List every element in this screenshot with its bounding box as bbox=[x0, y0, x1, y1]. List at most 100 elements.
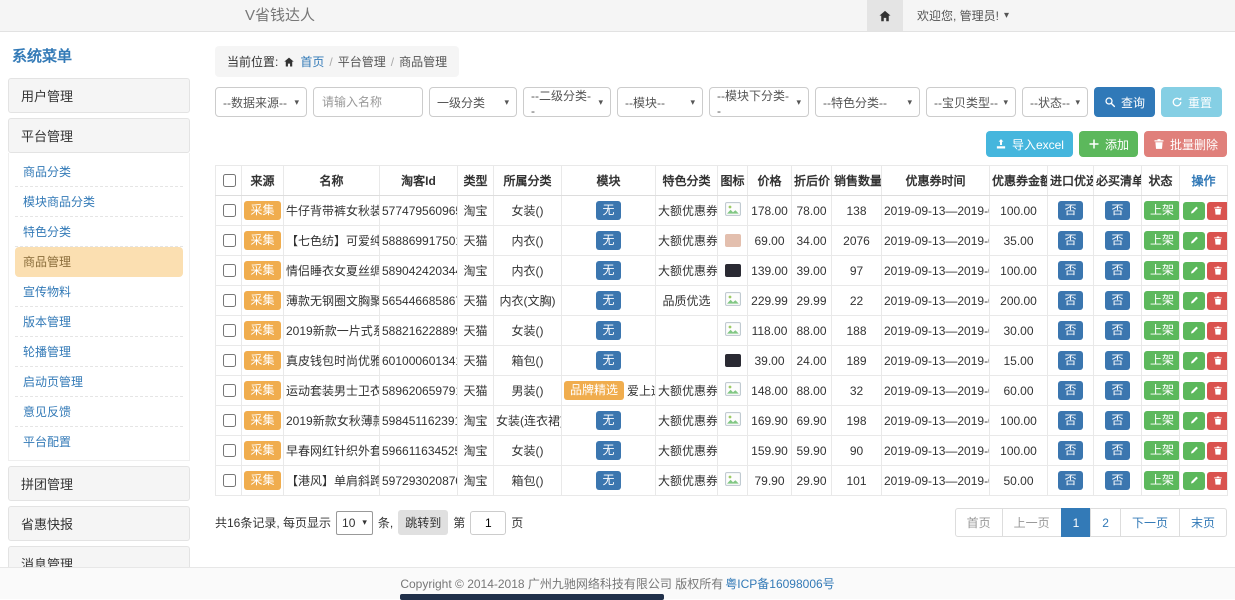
home-button[interactable] bbox=[867, 0, 903, 31]
row-checkbox[interactable] bbox=[223, 294, 236, 307]
module-badge[interactable]: 无 bbox=[596, 471, 620, 489]
must-buy-toggle-badge[interactable]: 否 bbox=[1105, 321, 1129, 339]
sidebar-subitem-platform-config[interactable]: 平台配置 bbox=[15, 427, 183, 456]
edit-button[interactable] bbox=[1183, 322, 1205, 340]
sidebar-item-user[interactable]: 用户管理 bbox=[8, 78, 190, 113]
edit-button[interactable] bbox=[1183, 292, 1205, 310]
module-badge[interactable]: 无 bbox=[596, 351, 620, 369]
imported-toggle-badge[interactable]: 否 bbox=[1058, 201, 1082, 219]
module-badge[interactable]: 无 bbox=[596, 321, 620, 339]
per-page-select[interactable]: 10 ▾ bbox=[336, 511, 373, 535]
filter-select-status[interactable]: --状态--▾ bbox=[1022, 87, 1088, 117]
page-button[interactable]: 2 bbox=[1090, 508, 1121, 537]
row-checkbox[interactable] bbox=[223, 234, 236, 247]
horizontal-scrollbar-thumb[interactable] bbox=[400, 594, 664, 600]
search-button[interactable]: 查询 bbox=[1094, 87, 1155, 117]
must-buy-toggle-badge[interactable]: 否 bbox=[1105, 441, 1129, 459]
status-badge[interactable]: 上架 bbox=[1144, 291, 1180, 309]
sidebar-subitem-goods-category[interactable]: 商品分类 bbox=[15, 157, 183, 187]
sidebar-subitem-feedback[interactable]: 意见反馈 bbox=[15, 397, 183, 427]
reset-button[interactable]: 重置 bbox=[1161, 87, 1222, 117]
filter-select-module[interactable]: --模块--▾ bbox=[617, 87, 703, 117]
row-checkbox[interactable] bbox=[223, 384, 236, 397]
filter-select-item-type[interactable]: --宝贝类型--▾ bbox=[926, 87, 1016, 117]
sidebar-subitem-version-manage[interactable]: 版本管理 bbox=[15, 307, 183, 337]
imported-toggle-badge[interactable]: 否 bbox=[1058, 231, 1082, 249]
row-checkbox[interactable] bbox=[223, 264, 236, 277]
module-badge[interactable]: 无 bbox=[596, 411, 620, 429]
sidebar-item-message[interactable]: 消息管理 bbox=[8, 546, 190, 567]
page-button[interactable]: 首页 bbox=[955, 508, 1003, 537]
delete-button[interactable] bbox=[1207, 352, 1228, 370]
imported-toggle-badge[interactable]: 否 bbox=[1058, 321, 1082, 339]
edit-button[interactable] bbox=[1183, 472, 1205, 490]
sidebar-item-platform[interactable]: 平台管理 bbox=[8, 118, 190, 153]
must-buy-toggle-badge[interactable]: 否 bbox=[1105, 471, 1129, 489]
sidebar-subitem-splash-manage[interactable]: 启动页管理 bbox=[15, 367, 183, 397]
status-badge[interactable]: 上架 bbox=[1144, 261, 1180, 279]
filter-select-module-sub-category[interactable]: --模块下分类--▾ bbox=[709, 87, 809, 117]
jump-button[interactable]: 跳转到 bbox=[398, 510, 448, 535]
imported-toggle-badge[interactable]: 否 bbox=[1058, 411, 1082, 429]
sidebar-subitem-promo-material[interactable]: 宣传物料 bbox=[15, 277, 183, 307]
row-checkbox[interactable] bbox=[223, 204, 236, 217]
status-badge[interactable]: 上架 bbox=[1144, 381, 1180, 399]
row-checkbox[interactable] bbox=[223, 444, 236, 457]
breadcrumb-home-link[interactable]: 首页 bbox=[300, 53, 324, 70]
module-badge[interactable]: 品牌精选 bbox=[564, 381, 624, 399]
filter-select-level1-category[interactable]: 一级分类▾ bbox=[429, 87, 517, 117]
edit-button[interactable] bbox=[1183, 442, 1205, 460]
sidebar-subitem-goods-manage[interactable]: 商品管理 bbox=[15, 247, 183, 277]
filter-select-feature-category[interactable]: --特色分类--▾ bbox=[815, 87, 920, 117]
module-badge[interactable]: 无 bbox=[596, 441, 620, 459]
delete-button[interactable] bbox=[1207, 442, 1228, 460]
user-menu[interactable]: 欢迎您, 管理员! ▾ bbox=[903, 7, 1023, 24]
select-all-checkbox[interactable] bbox=[223, 174, 236, 187]
icp-link[interactable]: 粤ICP备16098006号 bbox=[725, 575, 834, 592]
status-badge[interactable]: 上架 bbox=[1144, 321, 1180, 339]
row-checkbox[interactable] bbox=[223, 354, 236, 367]
imported-toggle-badge[interactable]: 否 bbox=[1058, 441, 1082, 459]
delete-button[interactable] bbox=[1207, 322, 1228, 340]
imported-toggle-badge[interactable]: 否 bbox=[1058, 261, 1082, 279]
row-checkbox[interactable] bbox=[223, 324, 236, 337]
imported-toggle-badge[interactable]: 否 bbox=[1058, 291, 1082, 309]
delete-button[interactable] bbox=[1207, 292, 1228, 310]
status-badge[interactable]: 上架 bbox=[1144, 441, 1180, 459]
sidebar-item-express-news[interactable]: 省惠快报 bbox=[8, 506, 190, 541]
sidebar-subitem-module-goods-category[interactable]: 模块商品分类 bbox=[15, 187, 183, 217]
sidebar-subitem-feature-category[interactable]: 特色分类 bbox=[15, 217, 183, 247]
imported-toggle-badge[interactable]: 否 bbox=[1058, 351, 1082, 369]
status-badge[interactable]: 上架 bbox=[1144, 231, 1180, 249]
module-badge[interactable]: 无 bbox=[596, 201, 620, 219]
page-button[interactable]: 上一页 bbox=[1002, 508, 1062, 537]
row-checkbox[interactable] bbox=[223, 474, 236, 487]
status-badge[interactable]: 上架 bbox=[1144, 351, 1180, 369]
delete-button[interactable] bbox=[1207, 472, 1228, 490]
page-button[interactable]: 下一页 bbox=[1120, 508, 1180, 537]
must-buy-toggle-badge[interactable]: 否 bbox=[1105, 231, 1129, 249]
must-buy-toggle-badge[interactable]: 否 bbox=[1105, 381, 1129, 399]
status-badge[interactable]: 上架 bbox=[1144, 471, 1180, 489]
module-badge[interactable]: 无 bbox=[596, 291, 620, 309]
page-button[interactable]: 1 bbox=[1061, 508, 1092, 537]
imported-toggle-badge[interactable]: 否 bbox=[1058, 471, 1082, 489]
must-buy-toggle-badge[interactable]: 否 bbox=[1105, 291, 1129, 309]
delete-button[interactable] bbox=[1207, 412, 1228, 430]
sidebar-item-groupbuy[interactable]: 拼团管理 bbox=[8, 466, 190, 501]
module-badge[interactable]: 无 bbox=[596, 231, 620, 249]
add-button[interactable]: 添加 bbox=[1079, 131, 1138, 157]
row-checkbox[interactable] bbox=[223, 414, 236, 427]
sidebar-subitem-carousel-manage[interactable]: 轮播管理 bbox=[15, 337, 183, 367]
edit-button[interactable] bbox=[1183, 232, 1205, 250]
edit-button[interactable] bbox=[1183, 352, 1205, 370]
delete-button[interactable] bbox=[1207, 382, 1228, 400]
edit-button[interactable] bbox=[1183, 412, 1205, 430]
status-badge[interactable]: 上架 bbox=[1144, 201, 1180, 219]
must-buy-toggle-badge[interactable]: 否 bbox=[1105, 351, 1129, 369]
name-search-input[interactable] bbox=[313, 87, 423, 117]
imported-toggle-badge[interactable]: 否 bbox=[1058, 381, 1082, 399]
delete-button[interactable] bbox=[1207, 202, 1228, 220]
edit-button[interactable] bbox=[1183, 262, 1205, 280]
filter-select-level2-category[interactable]: --二级分类--▾ bbox=[523, 87, 611, 117]
